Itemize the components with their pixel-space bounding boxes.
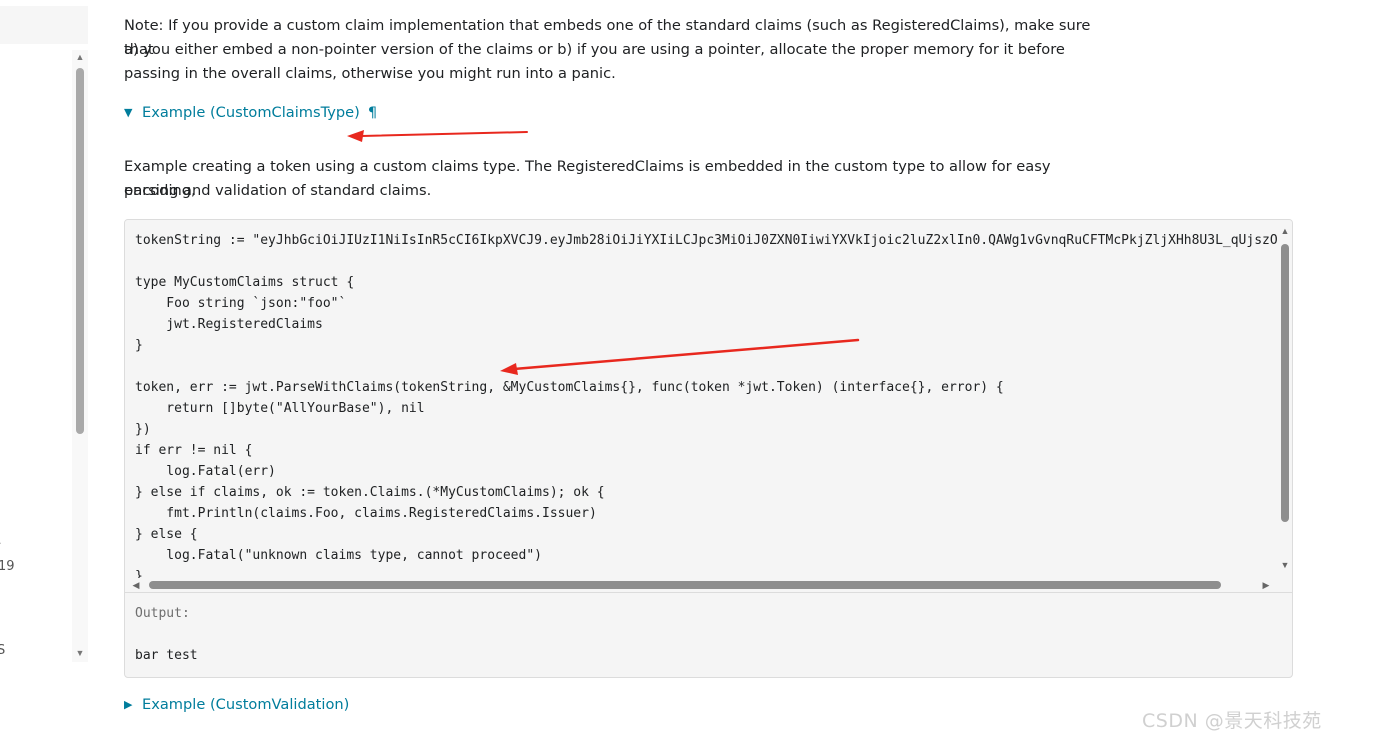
example-custom-claims-label[interactable]: Example (CustomClaimsType) xyxy=(142,104,360,121)
code-horizontal-scrollbar[interactable]: ◀ ▶ xyxy=(125,578,1277,592)
note-line-2: a) you either embed a non-pointer versio… xyxy=(124,41,1065,58)
note-line-3: passing in the overall claims, otherwise… xyxy=(124,65,616,82)
description-line-2: parsing and validation of standard claim… xyxy=(124,182,432,199)
code-horizontal-scroll-thumb[interactable] xyxy=(149,581,1221,589)
example-custom-validation-toggle[interactable]: ▶ Example (CustomValidation) xyxy=(124,696,349,713)
code-panel: tokenString := "eyJhbGciOiJIUzI1NiIsInR5… xyxy=(124,219,1293,678)
triangle-down-icon: ▼ xyxy=(124,106,133,119)
output-text: bar test xyxy=(135,648,198,663)
triangle-right-icon: ▶ xyxy=(124,698,133,711)
sidebar: . 19 S ▲ ▼ xyxy=(0,0,88,742)
sidebar-scrollbar[interactable]: ▲ ▼ xyxy=(72,50,88,662)
anchor-link[interactable]: ¶ xyxy=(368,104,377,121)
code-editor[interactable]: tokenString := "eyJhbGciOiJIUzI1NiIsInR5… xyxy=(125,220,1277,578)
sidebar-fragment-19[interactable]: 19 xyxy=(0,559,15,574)
scroll-down-icon[interactable]: ▼ xyxy=(1280,560,1290,570)
output-divider xyxy=(125,592,1292,593)
scroll-right-icon[interactable]: ▶ xyxy=(1261,580,1271,590)
watermark: CSDN @景天科技苑 xyxy=(1142,710,1322,732)
scroll-up-icon[interactable]: ▲ xyxy=(75,52,85,62)
code-text[interactable]: tokenString := "eyJhbGciOiJIUzI1NiIsInR5… xyxy=(135,230,1277,578)
sidebar-fragment-s[interactable]: S xyxy=(0,643,5,658)
scroll-down-icon[interactable]: ▼ xyxy=(75,648,85,658)
code-vertical-scrollbar[interactable]: ▲ ▼ xyxy=(1277,220,1292,578)
sidebar-fragment-dot: . xyxy=(0,534,2,547)
example-custom-validation-label[interactable]: Example (CustomValidation) xyxy=(142,696,349,713)
code-vertical-scroll-thumb[interactable] xyxy=(1281,244,1289,522)
scroll-up-icon[interactable]: ▲ xyxy=(1280,226,1290,236)
annotation-arrow-1 xyxy=(347,130,528,142)
sidebar-scroll-thumb[interactable] xyxy=(76,68,84,434)
scroll-left-icon[interactable]: ◀ xyxy=(131,580,141,590)
example-custom-claims-toggle[interactable]: ▼ Example (CustomClaimsType) ¶ xyxy=(124,104,377,121)
output-label: Output: xyxy=(135,606,190,621)
sidebar-top-bar xyxy=(0,6,88,44)
